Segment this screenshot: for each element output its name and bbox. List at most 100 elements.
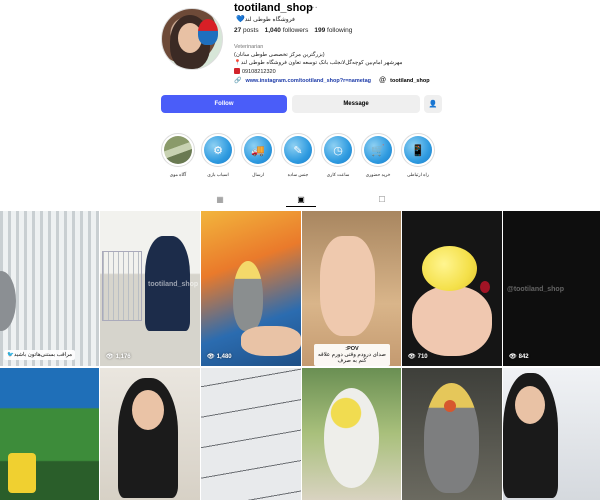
reel-tile[interactable]: 👁 1,480 [201,211,301,366]
reel-tile[interactable] [402,368,502,500]
following-label: following [327,27,353,34]
watermark: @tootiland_shop [507,286,564,293]
reel-caption: مراقب بستنی‌هاتون باشید🐦 [4,350,76,360]
clock-icon: ◷ [324,136,352,164]
eye-icon: 👁 [207,354,215,360]
reel-tile[interactable] [201,368,301,500]
posts-stat[interactable]: 27 posts [234,27,259,34]
bio-line-1: (بزرگترین مرکز تخصصی طوطی سانان) [234,52,325,58]
view-count: 👁 1,176 [106,353,131,361]
reel-tile[interactable]: @tootiland_shop 👁 842 [503,211,600,366]
parrot-thumbnail [0,271,16,331]
profile-category: Veterinarian [234,44,264,50]
cockatiel-thumbnail [324,388,379,488]
story-highlights: آگاه موی ⚙ اسباب بازی 🚚 ارسال ✎ جنس ساده… [156,133,446,183]
active-tab-indicator [286,206,316,207]
highlight-item[interactable]: 🚚 ارسال [240,133,276,178]
phone-contact-icon: 📱 [404,136,432,164]
products-icon: ✎ [284,136,312,164]
cheek-thumbnail [444,400,456,412]
reel-tile[interactable]: POV: صدای درودم وقتی دورم علاقه کنم به ص… [302,211,401,366]
reel-tile[interactable]: tootiland_shop 👁 1,176 [100,211,200,366]
highlight-item[interactable]: ⚙ اسباب بازی [200,133,236,178]
eye-icon: 👁 [509,354,517,360]
bio-line-2: 📍مهرشهر امام‌بین کوچه‌گل‌لانجلب بانک توس… [234,60,403,66]
eye-icon: 👁 [408,354,416,360]
reel-tile[interactable] [302,368,401,500]
highlight-label: ساعت کاری [326,172,350,177]
reel-tile[interactable]: مراقب بستنی‌هاتون باشید🐦 [0,211,99,366]
profile-links: 🔗 www.instagram.com/tootiland_shop?r=nam… [234,77,430,84]
message-button[interactable]: Message [292,95,420,113]
profile-tabs: ▦ ▣ ☐ [0,194,600,208]
face-thumbnail [515,386,545,424]
face-thumbnail [132,390,164,430]
blue-heart-icon: 💙 [236,16,245,23]
hand-thumbnail [241,326,301,356]
bio-phone: 09108212320 [234,68,276,75]
bio-phone-number: 09108212320 [242,69,276,75]
reel-tile[interactable] [100,368,200,500]
add-user-icon: 👤 [428,101,438,108]
reel-caption: POV: صدای درودم وقتی دورم علاقه کنم به ص… [314,344,390,366]
highlight-label: خرید حضوری [365,172,391,177]
highlight-cover-photo [164,136,192,164]
highlight-item[interactable]: ◷ ساعت کاری [320,133,356,178]
tagged-icon: ☐ [378,195,386,204]
highlight-label: ارسال [252,172,264,177]
view-count: 👁 842 [509,353,529,361]
highlight-label: آگاه موی [169,172,187,177]
views-value: 1,176 [115,353,131,360]
cart-icon: 🛒 [364,136,392,164]
view-count: 👁 710 [408,353,428,361]
rods-thumbnail [201,368,301,500]
followers-stat[interactable]: 1,040 followers [265,27,309,34]
highlight-label: راه ارتباطی [407,172,429,177]
bird-toy-thumbnail [8,453,36,493]
cage-thumbnail [102,251,142,321]
reel-tile[interactable]: 👁 710 [402,211,502,366]
suggest-users-button[interactable]: 👤 [424,95,442,113]
hand-thumbnail [320,236,375,336]
highlight-item[interactable]: 📱 راه ارتباطی [400,133,436,178]
tab-tagged[interactable]: ☐ [376,194,388,206]
views-value: 1,480 [216,353,232,360]
phone-icon [234,68,240,74]
tab-reels[interactable]: ▣ [295,194,307,206]
highlight-label: جنس ساده [287,172,309,177]
more-options-icon[interactable]: … [308,0,319,11]
highlight-item[interactable]: 🛒 خرید حضوری [360,133,396,178]
highlight-item[interactable]: آگاه موی [160,133,196,178]
posts-label: posts [243,27,259,34]
chick-thumbnail [422,246,477,291]
view-count: 👁 1,480 [207,353,232,361]
delivery-icon: 🚚 [244,136,272,164]
profile-link[interactable]: www.instagram.com/tootiland_shop?r=namet… [245,78,371,84]
cockatiel-thumbnail [233,261,263,331]
following-stat[interactable]: 199 following [314,27,352,34]
profile-avatar[interactable] [161,8,223,70]
views-value: 842 [518,353,529,360]
grid-icon: ▦ [216,195,224,204]
reel-tile[interactable] [0,368,99,500]
profile-full-name: فروشگاه طوطی لند💙 [234,15,295,23]
toys-icon: ⚙ [204,136,232,164]
threads-handle[interactable]: tootiland_shop [390,78,429,84]
tab-posts[interactable]: ▦ [214,194,226,206]
profile-stats: 27 posts 1,040 followers 199 following [234,27,352,34]
posts-count: 27 [234,27,242,34]
caption-text: صدای درودم وقتی دورم علاقه کنم به صرف [318,352,386,364]
reel-tile[interactable] [503,368,600,500]
follow-button[interactable]: Follow [161,95,287,113]
profile-username: tootiland_shop [234,2,313,14]
highlight-item[interactable]: ✎ جنس ساده [280,133,316,178]
hand-thumbnail [412,286,492,356]
reels-icon: ▣ [297,195,305,204]
views-value: 710 [417,353,428,360]
full-name-text: فروشگاه طوطی لند [244,17,295,23]
threads-icon[interactable]: @ [379,77,386,84]
followers-count: 1,040 [264,27,281,34]
followers-label: followers [282,27,309,34]
highlight-label: اسباب بازی [207,172,229,177]
reels-grid: مراقب بستنی‌هاتون باشید🐦 tootiland_shop … [0,211,600,500]
